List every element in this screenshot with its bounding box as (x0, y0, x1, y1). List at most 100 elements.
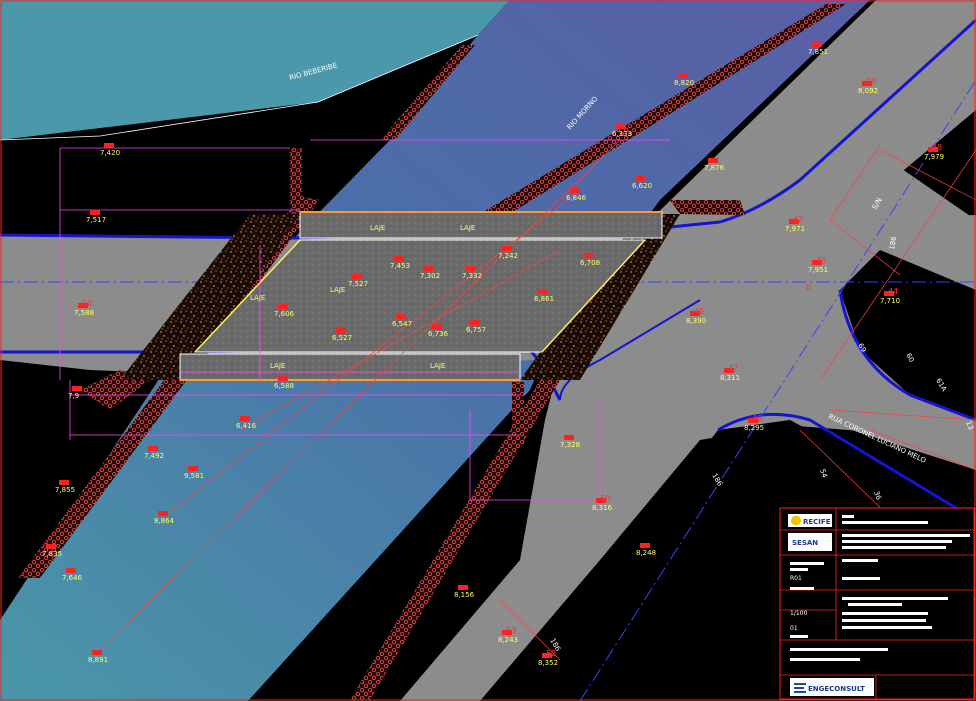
survey-point-elevation: 8,891 (88, 656, 108, 664)
survey-point-marker (424, 266, 434, 271)
survey-point-elevation: 7,979 (924, 153, 944, 161)
wingwall-nw (290, 148, 302, 206)
survey-point-marker (678, 73, 688, 78)
wingwall-se (512, 382, 524, 448)
survey-point-elevation: 7,527 (348, 280, 368, 288)
recife-logo-text: RECIFE (803, 518, 831, 526)
survey-point-elevation: 7,588 (74, 309, 94, 317)
survey-point-marker (188, 466, 198, 471)
survey-point-elevation: 7,453 (390, 262, 410, 270)
survey-point-marker (92, 650, 102, 655)
survey-point-id: 46 (694, 307, 704, 316)
survey-point-marker (158, 511, 168, 516)
survey-point-marker (148, 446, 158, 451)
survey-point-id: 50 (600, 494, 610, 503)
survey-point-id: 10 (82, 299, 92, 308)
survey-point-marker (46, 544, 56, 549)
bridge-slab-label: LAJE (460, 224, 475, 232)
survey-point-marker (66, 568, 76, 573)
survey-point-elevation: 6,416 (236, 422, 257, 430)
wingwall-ne (670, 200, 745, 215)
bridge-slab-label: LAJE (330, 286, 345, 294)
survey-point-marker (538, 289, 548, 294)
survey-point-elevation: 7,851 (808, 48, 828, 56)
survey-point-marker (352, 274, 362, 279)
survey-point-marker (640, 543, 650, 548)
survey-point-marker (502, 246, 512, 251)
survey-point-id: 38 (932, 143, 942, 152)
survey-point-marker (394, 256, 404, 261)
bridge-sidewalk-north (299, 211, 663, 239)
survey-point-elevation: 6,547 (392, 320, 412, 328)
survey-point-elevation: 8,243 (498, 636, 518, 644)
survey-point-id: 53 (506, 626, 516, 635)
survey-point-id: 48 (752, 414, 762, 423)
survey-point-marker (470, 320, 480, 325)
survey-point-elevation: 7,606 (274, 310, 295, 318)
survey-point-elevation: 7,242 (498, 252, 518, 260)
cad-drawing: RIO BEBERIBE RIO MORNO RUA CORONEL LUCIA… (0, 0, 976, 701)
survey-point-elevation: 7,971 (785, 225, 805, 233)
survey-point-elevation: 7,492 (144, 452, 164, 460)
bridge-sidewalk-south (179, 353, 521, 381)
scale-value: 1/100 (790, 610, 807, 617)
survey-point-elevation: 7,951 (808, 266, 828, 274)
survey-point-marker (584, 253, 594, 258)
survey-point-elevation: 7,332 (462, 272, 482, 280)
survey-point-marker (636, 176, 646, 181)
survey-point-elevation: 8,316 (592, 504, 613, 512)
survey-point-elevation: 6,620 (632, 182, 652, 190)
bridge-slab-label: LAJE (270, 362, 285, 370)
survey-point-id: 44 (888, 287, 898, 296)
survey-point-elevation: 8,295 (744, 424, 764, 432)
survey-point-marker (104, 143, 114, 148)
bridge-slab-label: LAJE (370, 224, 385, 232)
revision-value: R01 (790, 575, 802, 582)
survey-point-elevation: 9,581 (184, 472, 204, 480)
survey-point-elevation: 7,835 (42, 550, 62, 558)
station-zero: 0 (806, 283, 811, 292)
title-block: RECIFE SESAN R01 1/100 01 ENGECONSULT (779, 507, 975, 700)
survey-point-elevation: 8,820 (674, 79, 694, 87)
survey-point-marker (432, 324, 442, 329)
survey-point-elevation: 7,302 (420, 272, 440, 280)
survey-point-marker (616, 124, 626, 129)
survey-point-elevation: 8,864 (154, 517, 175, 525)
survey-point-elevation: 7,517 (86, 216, 106, 224)
sesan-logo-text: SESAN (792, 539, 818, 547)
survey-point-elevation: 7,646 (62, 574, 83, 582)
survey-point-id: 39 (866, 77, 876, 86)
survey-point-elevation: 7,420 (100, 149, 120, 157)
survey-point-marker (812, 42, 822, 47)
survey-point-elevation: 8,156 (454, 591, 475, 599)
survey-point-elevation: 7,710 (880, 297, 900, 305)
survey-point-marker (59, 480, 69, 485)
survey-point-elevation: 6,861 (534, 295, 554, 303)
survey-point-elevation: 8,352 (538, 659, 558, 667)
survey-point-elevation: 6,527 (332, 334, 352, 342)
bridge-slab-label: LAJE (430, 362, 445, 370)
survey-point-marker (458, 585, 468, 590)
survey-point-id: 47 (728, 364, 738, 373)
survey-point-elevation: 6,757 (466, 326, 486, 334)
survey-point-marker (564, 435, 574, 440)
survey-point-elevation: 7,328 (560, 441, 580, 449)
survey-point-elevation: 6,333 (612, 130, 632, 138)
recife-emblem-icon (791, 515, 801, 526)
survey-point-elevation: 7,855 (55, 486, 75, 494)
survey-point-marker (278, 304, 288, 309)
survey-point-elevation: 8,311 (720, 374, 740, 382)
survey-point-marker (72, 386, 82, 391)
survey-point-elevation: 6,708 (580, 259, 600, 267)
survey-point-elevation: 7,876 (704, 164, 725, 172)
survey-point-marker (240, 416, 250, 421)
survey-point-id: 42 (793, 215, 803, 224)
survey-point-elevation: 6,588 (274, 382, 294, 390)
survey-point-elevation: 6,736 (428, 330, 449, 338)
engeconsult-logo-text: ENGECONSULT (808, 685, 865, 693)
survey-point-marker (278, 376, 288, 381)
survey-point-marker (570, 188, 580, 193)
survey-point-marker (396, 314, 406, 319)
survey-point-marker (90, 210, 100, 215)
survey-point-id: 52 (546, 649, 556, 658)
